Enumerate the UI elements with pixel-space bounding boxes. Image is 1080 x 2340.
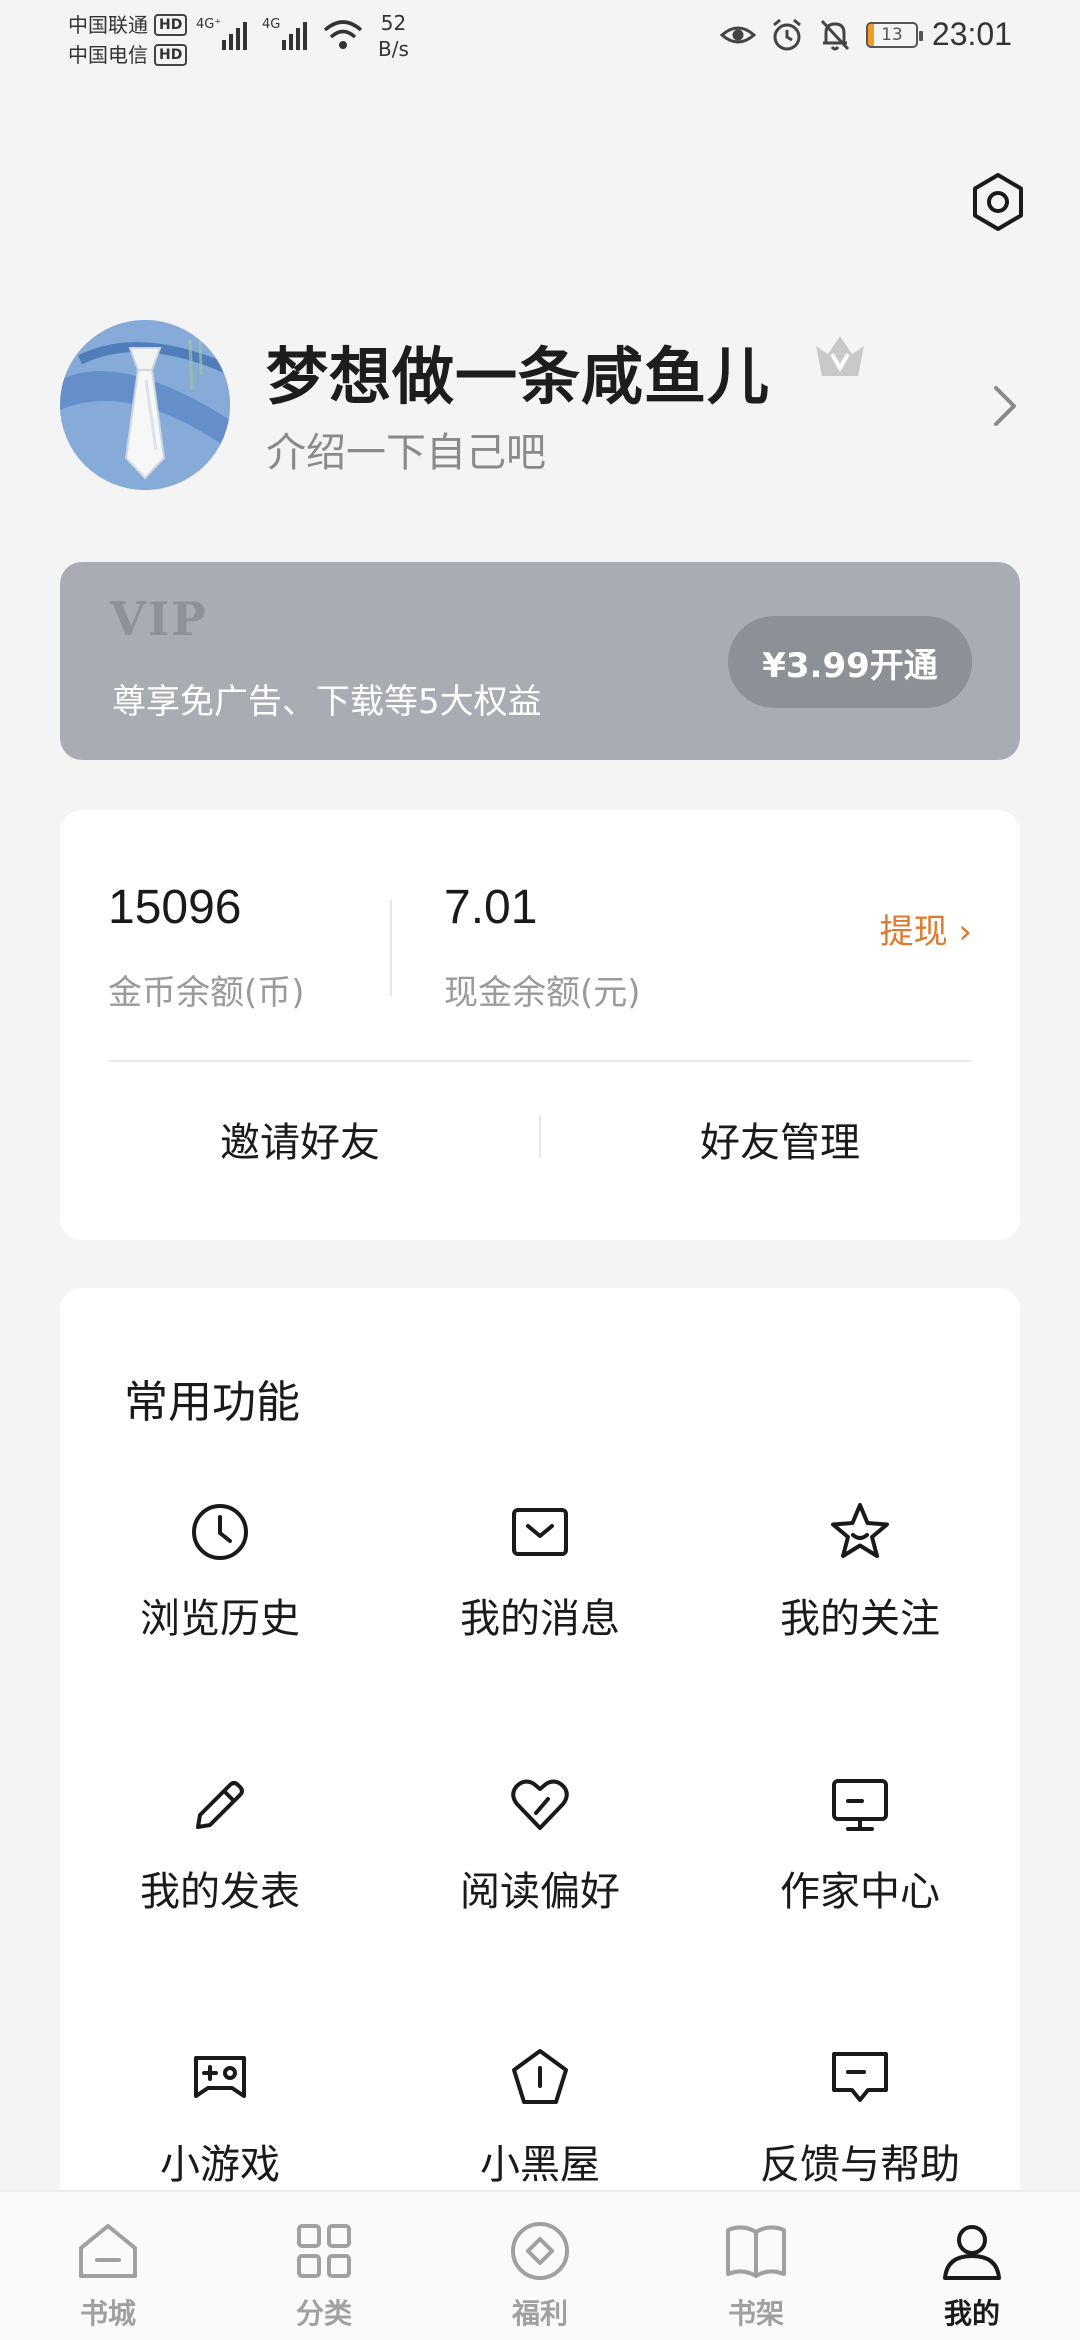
eye-icon bbox=[719, 26, 756, 43]
pencil-icon bbox=[196, 1781, 244, 1829]
status-bar: 中国联通 HD 中国电信 HD 4G⁺ 4G 52 B/s 13 23:01 bbox=[0, 0, 1080, 72]
avatar[interactable] bbox=[60, 320, 230, 490]
coin-balance-label: 金币余额(币) bbox=[108, 973, 305, 1013]
feedback-icon bbox=[832, 2052, 888, 2102]
function-label: 阅读偏好 bbox=[460, 1869, 620, 1915]
bottom-navigation: 书城 分类 福利 书架 我的 bbox=[0, 2190, 1080, 2340]
speed-unit: B/s bbox=[378, 37, 409, 61]
common-functions-card: 常用功能 浏览历史 我的消息 我的关注 我的发表 阅读偏好 作家中心 小游戏 小… bbox=[60, 1288, 1020, 2288]
hd-badge: HD bbox=[154, 44, 188, 66]
chevron-right-icon bbox=[994, 386, 1016, 426]
coin-balance[interactable]: 15096 金币余额(币) bbox=[108, 880, 305, 1014]
vip-open-button[interactable]: ¥3.99开通 bbox=[728, 616, 972, 708]
grid-icon bbox=[297, 2224, 351, 2278]
username: 梦想做一条咸鱼儿 bbox=[266, 340, 771, 413]
settings-hexagon-icon bbox=[973, 173, 1023, 231]
function-label: 作家中心 bbox=[780, 1869, 940, 1915]
function-label: 小黑屋 bbox=[480, 2142, 600, 2188]
vip-crown-icon bbox=[816, 336, 864, 376]
alarm-icon bbox=[772, 18, 801, 50]
heart-icon bbox=[511, 1779, 569, 1830]
vip-logo: VIP bbox=[110, 592, 208, 646]
hd-badge: HD bbox=[154, 14, 188, 36]
carrier-2-label: 中国电信 bbox=[68, 43, 148, 67]
function-my-messages[interactable]: 我的消息 bbox=[380, 1500, 700, 1660]
avatar-tie-image bbox=[60, 320, 230, 490]
function-label: 浏览历史 bbox=[140, 1596, 300, 1642]
signal-1-icon: 4G⁺ bbox=[196, 17, 247, 50]
function-label: 我的发表 bbox=[140, 1869, 300, 1915]
battery-icon: 13 bbox=[865, 21, 923, 48]
nav-label: 书架 bbox=[727, 2297, 784, 2330]
function-label: 我的关注 bbox=[780, 1596, 940, 1642]
gamepad-icon bbox=[194, 2056, 246, 2098]
invite-friends-button[interactable]: 邀请好友 bbox=[60, 1110, 540, 1168]
star-icon bbox=[831, 1503, 889, 1558]
nav-bookstore[interactable]: 书城 bbox=[0, 2192, 216, 2340]
home-icon bbox=[79, 2224, 137, 2278]
network-speed: 52 B/s bbox=[378, 10, 409, 62]
speed-value: 52 bbox=[380, 11, 407, 35]
message-icon bbox=[512, 1508, 568, 1556]
function-label: 我的消息 bbox=[460, 1596, 620, 1642]
function-my-posts[interactable]: 我的发表 bbox=[60, 1773, 380, 1933]
carrier-1-label: 中国联通 bbox=[68, 13, 148, 37]
person-icon bbox=[943, 2225, 1001, 2280]
nav-mine[interactable]: 我的 bbox=[864, 2192, 1080, 2340]
coin-balance-value: 15096 bbox=[108, 881, 242, 934]
nav-label: 我的 bbox=[943, 2297, 1000, 2330]
profile-header[interactable]: 梦想做一条咸鱼儿 介绍一下自己吧 bbox=[60, 320, 1020, 490]
clock-icon bbox=[192, 1504, 248, 1560]
manage-friends-button[interactable]: 好友管理 bbox=[540, 1110, 1020, 1168]
cash-balance-value: 7.01 bbox=[444, 881, 538, 934]
nav-bookshelf[interactable]: 书架 bbox=[648, 2192, 864, 2340]
wifi-icon bbox=[323, 20, 363, 49]
mute-bell-icon bbox=[820, 19, 850, 50]
carrier-info: 中国联通 HD 中国电信 HD bbox=[68, 10, 188, 70]
function-mini-games[interactable]: 小游戏 bbox=[60, 2046, 380, 2206]
bio-text: 介绍一下自己吧 bbox=[266, 430, 546, 476]
monitor-icon bbox=[832, 1779, 888, 1831]
function-feedback-help[interactable]: 反馈与帮助 bbox=[700, 2046, 1020, 2206]
vip-benefits-text: 尊享免广告、下载等5大权益 bbox=[112, 682, 542, 722]
cash-balance[interactable]: 7.01 现金余额(元) bbox=[444, 880, 641, 1014]
nav-label: 书城 bbox=[79, 2297, 136, 2330]
function-writer-center[interactable]: 作家中心 bbox=[700, 1773, 1020, 1933]
battery-level: 13 bbox=[881, 24, 903, 45]
wallet-card: 15096 金币余额(币) 7.01 现金余额(元) 提现 › 邀请好友 好友管… bbox=[60, 810, 1020, 1240]
book-icon bbox=[726, 2225, 786, 2278]
function-label: 小游戏 bbox=[160, 2142, 280, 2188]
vip-banner[interactable]: VIP 尊享免广告、下载等5大权益 ¥3.99开通 bbox=[60, 562, 1020, 760]
nav-category[interactable]: 分类 bbox=[216, 2192, 432, 2340]
cash-balance-label: 现金余额(元) bbox=[444, 973, 641, 1013]
divider bbox=[390, 900, 392, 996]
clock-time: 23:01 bbox=[931, 16, 1012, 52]
withdraw-link[interactable]: 提现 › bbox=[880, 904, 972, 953]
nav-label: 福利 bbox=[511, 2297, 568, 2330]
function-label: 反馈与帮助 bbox=[760, 2142, 960, 2188]
nav-welfare[interactable]: 福利 bbox=[432, 2192, 648, 2340]
function-my-follows[interactable]: 我的关注 bbox=[700, 1500, 1020, 1660]
pentagon-icon bbox=[512, 2049, 568, 2104]
function-black-room[interactable]: 小黑屋 bbox=[380, 2046, 700, 2206]
section-title: 常用功能 bbox=[124, 1377, 300, 1428]
function-browse-history[interactable]: 浏览历史 bbox=[60, 1500, 380, 1660]
settings-button[interactable] bbox=[968, 172, 1028, 232]
function-reading-preference[interactable]: 阅读偏好 bbox=[380, 1773, 700, 1933]
coin-icon bbox=[511, 2222, 569, 2280]
nav-label: 分类 bbox=[295, 2297, 352, 2330]
divider bbox=[108, 1060, 972, 1062]
network-type-2: 4G bbox=[262, 17, 280, 32]
signal-2-icon: 4G bbox=[262, 17, 307, 50]
network-type-1: 4G⁺ bbox=[196, 17, 221, 32]
